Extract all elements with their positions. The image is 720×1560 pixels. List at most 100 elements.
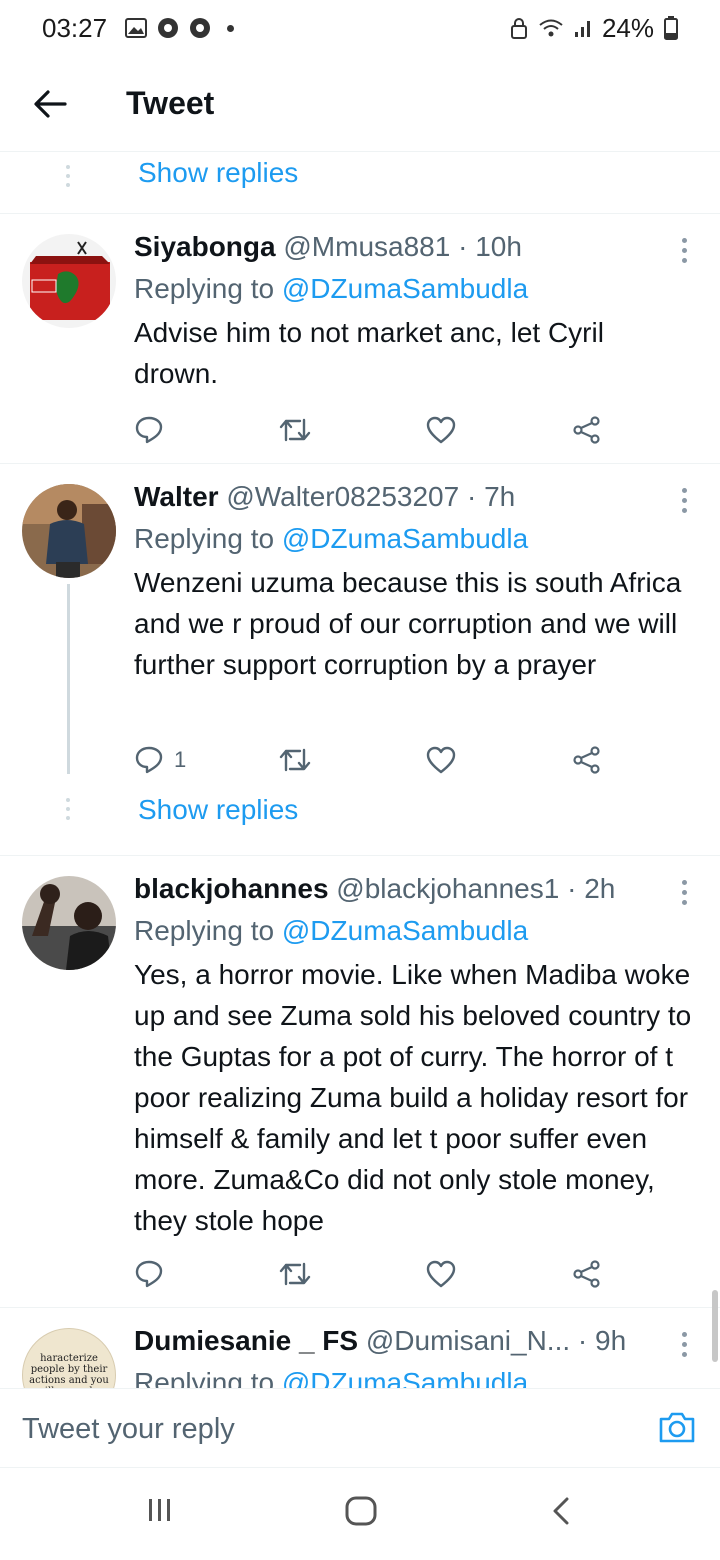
notification-dot-icon xyxy=(227,24,235,32)
avatar[interactable] xyxy=(22,484,116,578)
more-options-icon[interactable] xyxy=(682,238,688,263)
replying-to-link[interactable]: @DZumaSambudla xyxy=(282,273,528,304)
reply-button[interactable]: 1 xyxy=(134,740,186,780)
share-button[interactable] xyxy=(572,1254,602,1294)
separator: · xyxy=(466,481,477,512)
status-left: 03:27 xyxy=(42,13,235,44)
tweet-text: Advise him to not market anc, let Cyril … xyxy=(134,317,604,389)
tweet-text: Yes, a horror movie. Like when Madiba wo… xyxy=(134,959,692,1236)
avatar[interactable] xyxy=(22,234,116,328)
replying-to-link[interactable]: @DZumaSambudla xyxy=(282,1367,528,1388)
replying-to: Replying to @DZumaSambudla xyxy=(134,910,698,952)
reply-icon xyxy=(135,1260,163,1288)
reply-composer: Tweet your reply xyxy=(0,1388,720,1468)
more-options-icon[interactable] xyxy=(682,880,688,905)
reply-input[interactable]: Tweet your reply xyxy=(22,1413,235,1446)
show-replies-link[interactable]: Show replies xyxy=(138,157,298,189)
replying-label: Replying to xyxy=(134,1367,282,1388)
tweet-time: 10h xyxy=(475,231,522,262)
tweet-header: blackjohannes @blackjohannes1 · 2h xyxy=(134,868,698,910)
arrow-left-icon xyxy=(34,89,67,118)
thread-dots-icon xyxy=(66,798,70,820)
back-button[interactable] xyxy=(0,56,100,152)
author-name[interactable]: Walter xyxy=(134,481,219,512)
battery-percent: 24% xyxy=(601,12,654,43)
thread-dots-icon xyxy=(66,165,70,187)
tweet-actions: 1 xyxy=(134,740,614,780)
like-button[interactable] xyxy=(426,410,456,450)
like-button[interactable] xyxy=(426,1254,456,1294)
reply-count: 1 xyxy=(174,747,187,772)
back-nav-button[interactable] xyxy=(550,1496,572,1531)
reply-button[interactable] xyxy=(134,410,164,450)
gallery-icon xyxy=(125,18,148,38)
tweet-actions xyxy=(134,1254,614,1294)
scrollbar[interactable] xyxy=(712,1290,718,1362)
replies-feed[interactable]: Show replies Siyabonga @Mmusa881 · 10h R… xyxy=(0,153,720,1388)
thread-line xyxy=(67,584,70,774)
share-button[interactable] xyxy=(572,740,602,780)
recent-apps-button[interactable] xyxy=(146,1496,174,1529)
author-handle[interactable]: @blackjohannes1 xyxy=(336,873,559,904)
author-handle[interactable]: @Walter08253207 xyxy=(226,481,459,512)
avatar-quote-text: haracterize people by their actions and … xyxy=(29,1353,109,1388)
tweet-actions xyxy=(134,410,614,450)
avatar[interactable] xyxy=(22,876,116,970)
chrome-icon xyxy=(189,17,211,39)
tweet-header: Walter @Walter08253207 · 7h xyxy=(134,476,698,518)
app-header: Tweet xyxy=(0,56,720,152)
recent-apps-icon xyxy=(149,1499,170,1521)
home-button[interactable] xyxy=(344,1496,378,1531)
author-handle[interactable]: @Mmusa881 xyxy=(283,231,450,262)
replying-to: Replying to @DZumaSambudla xyxy=(134,518,698,560)
heart-icon xyxy=(426,1260,456,1288)
page-title: Tweet xyxy=(126,85,215,121)
reply-icon xyxy=(135,746,163,774)
tweet-siyabonga[interactable]: Siyabonga @Mmusa881 · 10h Replying to @D… xyxy=(0,213,720,463)
author-name[interactable]: blackjohannes xyxy=(134,873,329,904)
home-icon xyxy=(345,1496,377,1526)
separator: · xyxy=(567,873,577,904)
battery-icon xyxy=(664,16,678,40)
tweet-dumiesanie[interactable]: haracterize people by their actions and … xyxy=(0,1307,720,1388)
wifi-icon xyxy=(538,17,564,39)
tweet-walter[interactable]: Walter @Walter08253207 · 7h Replying to … xyxy=(0,463,720,855)
author-name[interactable]: Siyabonga xyxy=(134,231,276,262)
tweet-blackjohannes[interactable]: blackjohannes @blackjohannes1 · 2h Reply… xyxy=(0,855,720,1307)
share-button[interactable] xyxy=(572,410,602,450)
lock-icon xyxy=(510,17,528,39)
share-icon xyxy=(573,1260,600,1288)
camera-icon xyxy=(659,1412,695,1443)
reply-button[interactable] xyxy=(134,1254,164,1294)
retweet-icon xyxy=(279,418,311,442)
heart-icon xyxy=(426,746,456,774)
replying-to-link[interactable]: @DZumaSambudla xyxy=(282,915,528,946)
replying-label: Replying to xyxy=(134,273,282,304)
retweet-button[interactable] xyxy=(278,740,312,780)
retweet-icon xyxy=(279,1262,311,1286)
more-options-icon[interactable] xyxy=(682,488,688,513)
separator: · xyxy=(458,231,468,262)
camera-button[interactable] xyxy=(658,1409,696,1450)
separator: · xyxy=(577,1325,588,1356)
more-options-icon[interactable] xyxy=(682,1332,688,1357)
chevron-left-icon xyxy=(553,1497,569,1525)
show-replies-link[interactable]: Show replies xyxy=(138,794,298,826)
tweet-text: Wenzeni uzuma because this is south Afri… xyxy=(134,567,682,680)
replying-to: Replying to @DZumaSambudla xyxy=(134,1362,698,1388)
system-nav-bar xyxy=(0,1468,720,1560)
replying-to-link[interactable]: @DZumaSambudla xyxy=(282,523,528,554)
replying-to: Replying to @DZumaSambudla xyxy=(134,268,698,310)
author-name[interactable]: Dumiesanie _ FS xyxy=(134,1325,358,1356)
show-replies-row: Show replies xyxy=(0,153,720,213)
status-bar: 03:27 24% xyxy=(0,0,720,56)
author-handle[interactable]: @Dumisani_N... xyxy=(366,1325,570,1356)
chrome-icon xyxy=(157,17,179,39)
reply-icon xyxy=(135,416,163,444)
avatar[interactable]: haracterize people by their actions and … xyxy=(22,1328,116,1388)
tweet-time: 7h xyxy=(484,481,516,512)
retweet-button[interactable] xyxy=(278,410,312,450)
status-right: 24% xyxy=(510,13,678,44)
retweet-button[interactable] xyxy=(278,1254,312,1294)
like-button[interactable] xyxy=(426,740,456,780)
